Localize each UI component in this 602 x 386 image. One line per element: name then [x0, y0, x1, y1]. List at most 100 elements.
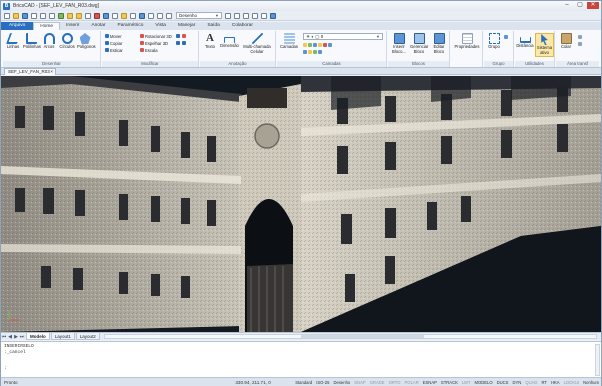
- status-toggle-desenho[interactable]: Desenho: [331, 380, 352, 385]
- cut-button[interactable]: [578, 34, 583, 40]
- manage-block-button[interactable]: Gerenciar Bloco: [410, 33, 428, 57]
- trim-button[interactable]: [176, 33, 181, 39]
- distance-button[interactable]: Distância: [516, 33, 534, 57]
- stop-icon[interactable]: [94, 12, 100, 19]
- offset-button[interactable]: [176, 40, 181, 46]
- group-button[interactable]: Grupo: [486, 33, 502, 57]
- document-tab[interactable]: SEF_LEV_FAN_R03 ×: [4, 68, 56, 75]
- tab-parametrico[interactable]: Paramétrico: [112, 22, 150, 30]
- tab-inserir[interactable]: Inserir: [60, 22, 85, 30]
- ungroup-button[interactable]: [504, 34, 509, 40]
- mirror-3d-button[interactable]: Espelhar 3D: [140, 40, 168, 46]
- render-icon[interactable]: [243, 12, 249, 19]
- polylines-button[interactable]: Polilinhas: [23, 33, 41, 57]
- status-toggle-lockui[interactable]: LOCKUI: [562, 380, 582, 385]
- status-toggle-grade[interactable]: GRADE: [368, 380, 387, 385]
- color-icon[interactable]: [139, 12, 145, 19]
- tab-colaborar[interactable]: Colaborar: [226, 22, 259, 30]
- lineweight-icon[interactable]: [157, 12, 163, 19]
- fillet-button[interactable]: [182, 40, 187, 46]
- bulb-icon[interactable]: [121, 12, 127, 19]
- command-line[interactable]: INSERIRSELO:_cancel :: [1, 341, 601, 377]
- properties-button[interactable]: Propriedades: [453, 33, 481, 57]
- tab-manejar[interactable]: Manejar: [172, 22, 201, 30]
- status-toggle-rt[interactable]: RT: [539, 380, 549, 385]
- match-properties-icon[interactable]: [166, 12, 172, 19]
- status-toggle-ducs[interactable]: DUCS: [495, 380, 511, 385]
- status-toggle-dyn[interactable]: DYN: [510, 380, 523, 385]
- command-prompt[interactable]: :: [4, 366, 7, 371]
- insert-block-button[interactable]: Inserir Bloco...: [390, 33, 408, 57]
- save-icon[interactable]: [22, 12, 28, 19]
- tab-home[interactable]: Home: [33, 22, 61, 30]
- status-toggle-snap[interactable]: SNAP: [352, 380, 367, 385]
- layout-tab-layout2[interactable]: Layout2: [75, 333, 100, 340]
- polygons-button[interactable]: Polígonos: [77, 33, 96, 57]
- text-button[interactable]: A Texto: [202, 33, 218, 57]
- layer-icon[interactable]: [58, 12, 64, 19]
- sun-icon[interactable]: [67, 12, 73, 19]
- erase-button[interactable]: [182, 33, 187, 39]
- tab-anotar[interactable]: Anotar: [85, 22, 111, 30]
- scale-button[interactable]: Escala: [140, 47, 158, 53]
- layout-tab-modelo[interactable]: Modelo: [26, 333, 50, 340]
- stretch-button[interactable]: Esticar: [105, 47, 123, 53]
- status-toggle-standard[interactable]: Standard: [293, 380, 314, 385]
- bricscad-logo-icon[interactable]: B: [3, 2, 10, 10]
- print-icon[interactable]: [31, 12, 37, 19]
- command-scrollbar[interactable]: [595, 344, 600, 376]
- circles-button[interactable]: Círculos: [59, 33, 75, 57]
- tab-vista[interactable]: Vista: [149, 22, 172, 30]
- status-toggle-quad[interactable]: QUAD: [523, 380, 539, 385]
- new-icon[interactable]: [4, 12, 10, 19]
- status-toggle-modelo[interactable]: MODELO: [472, 380, 494, 385]
- layer-tools-row-1[interactable]: [303, 42, 333, 48]
- horizontal-scrollbar[interactable]: [103, 334, 597, 339]
- tab-saida[interactable]: Saída: [201, 22, 226, 30]
- status-toggle-nenhum[interactable]: Nenhum: [581, 380, 601, 385]
- layers-button[interactable]: Camadas: [279, 33, 299, 57]
- status-toggle-strack[interactable]: STRACK: [439, 380, 460, 385]
- multileader-button[interactable]: Multi-chamada Celular: [242, 33, 272, 57]
- undo-icon[interactable]: [40, 12, 46, 19]
- edit-block-button[interactable]: Editar Bloco: [430, 33, 448, 57]
- lines-button[interactable]: Linhas: [5, 33, 21, 57]
- layer-state-icon[interactable]: [234, 12, 240, 19]
- status-toggle-iso-25[interactable]: ISO-25: [314, 380, 331, 385]
- paste-button[interactable]: Colar: [557, 33, 575, 57]
- move-button[interactable]: Mover: [105, 33, 122, 39]
- rotate-3d-button[interactable]: Rotacionar 3D: [140, 33, 172, 39]
- dimension-button[interactable]: Dimensão: [220, 33, 239, 57]
- coordinate-readout[interactable]: 330.94, 211.71, 0: [235, 380, 293, 385]
- copy-clip-button[interactable]: [578, 41, 583, 47]
- grid-icon[interactable]: [85, 12, 91, 19]
- tab-arquivo[interactable]: Arquivo: [1, 22, 34, 30]
- settings-icon[interactable]: [225, 12, 231, 19]
- status-toggle-lwt[interactable]: LWT: [460, 380, 473, 385]
- active-system-button[interactable]: Sistema ativo: [535, 33, 554, 57]
- maximize-button[interactable]: ▢: [574, 2, 586, 9]
- layout-tab-layout1[interactable]: Layout1: [50, 333, 75, 340]
- workspace-select[interactable]: Desenho ▼: [176, 12, 222, 19]
- open-icon[interactable]: [13, 12, 19, 19]
- shade-icon[interactable]: [130, 12, 136, 19]
- redo-icon[interactable]: [49, 12, 55, 19]
- drawing-viewport[interactable]: [1, 76, 601, 332]
- copy-button[interactable]: Copiar: [105, 40, 122, 46]
- cube-icon[interactable]: [112, 12, 118, 19]
- ucs-icon[interactable]: [261, 12, 267, 19]
- pointer-icon[interactable]: [103, 12, 109, 19]
- minimize-button[interactable]: –: [561, 2, 573, 9]
- last-layout-icon[interactable]: ⏭: [19, 334, 25, 340]
- layer-tools-row-2[interactable]: [303, 49, 323, 55]
- status-toggle-esnap[interactable]: ESNAP: [421, 380, 439, 385]
- scrollbar-thumb[interactable]: [301, 335, 425, 338]
- help-icon[interactable]: [270, 12, 276, 19]
- visual-style-icon[interactable]: [252, 12, 258, 19]
- status-toggle-hka[interactable]: HKA: [549, 380, 562, 385]
- layer-select[interactable]: ☀ ◐ ▢ 0 ▼: [303, 33, 383, 40]
- status-toggle-polar[interactable]: POLAR: [403, 380, 421, 385]
- linetype-icon[interactable]: [148, 12, 154, 19]
- status-toggle-orto[interactable]: ORTO: [387, 380, 403, 385]
- light-icon[interactable]: [76, 12, 82, 19]
